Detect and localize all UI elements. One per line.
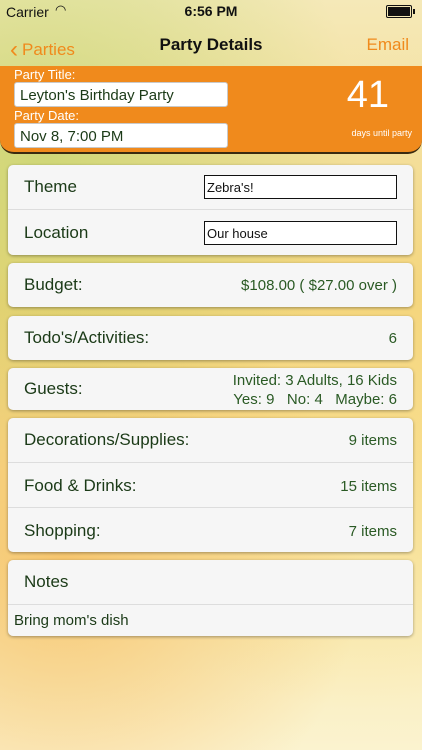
- list-item[interactable]: Shopping: 7 items: [8, 507, 413, 553]
- guests-invited: Invited: 3 Adults, 16 Kids: [232, 372, 397, 389]
- notes-card: Notes Bring mom's dish: [8, 560, 413, 636]
- list-item-label: Decorations/Supplies:: [24, 430, 190, 449]
- guests-row[interactable]: Guests: Invited: 3 Adults, 16 Kids Yes: …: [8, 368, 413, 410]
- theme-label: Theme: [24, 177, 77, 196]
- status-time: 6:56 PM: [184, 3, 238, 19]
- list-item-label: Shopping:: [24, 521, 101, 540]
- location-row: Location Our house: [8, 209, 413, 256]
- party-date-label: Party Date:: [14, 108, 80, 123]
- party-date-field[interactable]: Nov 8, 7:00 PM: [14, 123, 228, 148]
- list-item-count: 15 items: [340, 478, 397, 495]
- list-item-label: Food & Drinks:: [24, 476, 137, 495]
- notes-text: Bring mom's dish: [14, 612, 129, 629]
- navigation-bar: ‹ Parties Party Details Email: [0, 22, 422, 66]
- list-item-count: 9 items: [348, 432, 397, 449]
- details-card: Theme Zebra's! Location Our house: [8, 165, 413, 255]
- notes-header: Notes: [8, 560, 413, 604]
- party-title-field[interactable]: Leyton's Birthday Party: [14, 82, 228, 107]
- days-until-count: 41: [346, 74, 389, 116]
- location-label: Location: [24, 223, 89, 242]
- status-bar: Carrier ◠ 6:56 PM: [0, 0, 422, 22]
- location-input[interactable]: Our house: [204, 221, 397, 245]
- list-item[interactable]: Food & Drinks: 15 items: [8, 462, 413, 508]
- lists-card: Decorations/Supplies: 9 items Food & Dri…: [8, 418, 413, 552]
- budget-label: Budget:: [24, 275, 83, 294]
- days-until-label: days until party: [351, 128, 412, 138]
- todos-row[interactable]: Todo's/Activities: 6: [8, 316, 413, 360]
- budget-row[interactable]: Budget: $108.00 ( $27.00 over ): [8, 263, 413, 307]
- notes-text-area[interactable]: Bring mom's dish: [8, 604, 413, 637]
- budget-value: $108.00 ( $27.00 over ): [241, 277, 397, 294]
- party-header: Party Title: Leyton's Birthday Party Par…: [0, 66, 422, 154]
- todos-label: Todo's/Activities:: [24, 328, 150, 347]
- list-item-count: 7 items: [348, 523, 397, 540]
- email-button[interactable]: Email: [366, 35, 409, 55]
- notes-label: Notes: [24, 572, 69, 591]
- page-title: Party Details: [159, 35, 263, 54]
- guests-rsvp: Yes: 9 No: 4 Maybe: 6: [233, 391, 397, 408]
- theme-input[interactable]: Zebra's!: [204, 175, 397, 199]
- todos-count: 6: [388, 330, 397, 347]
- battery-icon: [386, 5, 415, 18]
- list-item[interactable]: Decorations/Supplies: 9 items: [8, 418, 413, 462]
- party-title-label: Party Title:: [14, 67, 76, 82]
- guests-label: Guests:: [24, 379, 83, 398]
- theme-row: Theme Zebra's!: [8, 165, 413, 209]
